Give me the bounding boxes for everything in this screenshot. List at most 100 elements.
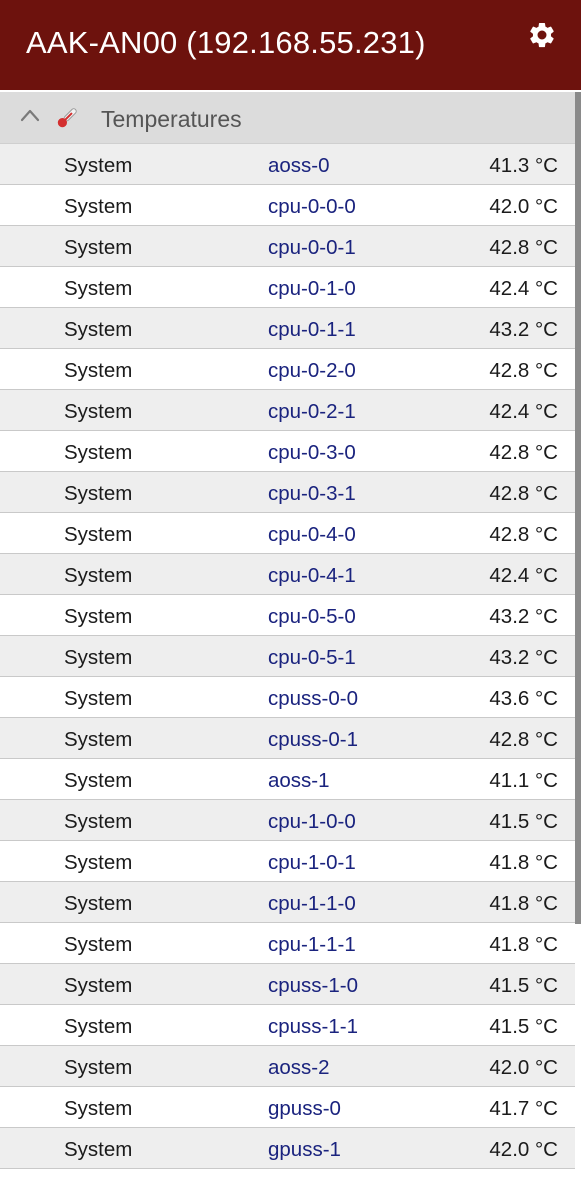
list-item[interactable]: System cpuss-1-0 41.5 °C xyxy=(0,964,575,1005)
list-item[interactable]: System cpu-0-0-0 42.0 °C xyxy=(0,185,575,226)
sensor-name: cpu-0-5-1 xyxy=(268,646,356,669)
list-item[interactable]: System cpuss-0-0 43.6 °C xyxy=(0,677,575,718)
source-label: System xyxy=(64,482,133,505)
sensor-name: cpu-0-4-0 xyxy=(268,523,356,546)
temperature-value: 43.2 °C xyxy=(489,646,558,669)
source-label: System xyxy=(64,318,133,341)
sensor-name: cpu-0-3-0 xyxy=(268,441,356,464)
sensor-name: cpu-1-0-1 xyxy=(268,851,356,874)
source-label: System xyxy=(64,523,133,546)
sensor-name: cpu-0-1-0 xyxy=(268,277,356,300)
source-label: System xyxy=(64,195,133,218)
source-label: System xyxy=(64,277,133,300)
scrollbar[interactable] xyxy=(575,92,581,924)
list-item[interactable]: System aoss-2 42.0 °C xyxy=(0,1046,575,1087)
list-item[interactable]: System cpu-0-2-0 42.8 °C xyxy=(0,349,575,390)
sensor-name: gpuss-1 xyxy=(268,1138,341,1161)
list-item[interactable]: System cpu-0-0-1 42.8 °C xyxy=(0,226,575,267)
temperature-value: 41.5 °C xyxy=(489,1015,558,1038)
temperature-value: 41.3 °C xyxy=(489,154,558,177)
source-label: System xyxy=(64,564,133,587)
sensor-name: cpu-1-1-0 xyxy=(268,892,356,915)
section-title: Temperatures xyxy=(101,106,242,132)
app-bar: AAK-AN00 (192.168.55.231) xyxy=(0,0,581,90)
list-item[interactable]: System gpuss-0 41.7 °C xyxy=(0,1087,575,1128)
sensor-name: aoss-1 xyxy=(268,769,330,792)
temperature-value: 42.4 °C xyxy=(489,400,558,423)
temperature-value: 41.5 °C xyxy=(489,974,558,997)
sensor-name: cpu-0-3-1 xyxy=(268,482,356,505)
sensor-name: cpu-0-2-1 xyxy=(268,400,356,423)
source-label: System xyxy=(64,933,133,956)
temperatures-section-header[interactable]: Temperatures xyxy=(0,92,575,144)
chevron-up-icon[interactable] xyxy=(20,108,40,122)
list-item[interactable]: System cpu-0-1-0 42.4 °C xyxy=(0,267,575,308)
list-item[interactable]: System gpuss-1 42.0 °C xyxy=(0,1128,575,1169)
source-label: System xyxy=(64,359,133,382)
temperature-value: 42.0 °C xyxy=(489,195,558,218)
sensor-name: cpuss-1-1 xyxy=(268,1015,359,1038)
page-title: AAK-AN00 (192.168.55.231) xyxy=(26,25,426,60)
list-item[interactable]: System cpu-1-0-0 41.5 °C xyxy=(0,800,575,841)
list-item[interactable]: System cpu-0-3-0 42.8 °C xyxy=(0,431,575,472)
temperature-value: 41.5 °C xyxy=(489,810,558,833)
temperature-value: 42.4 °C xyxy=(489,277,558,300)
temperature-value: 43.6 °C xyxy=(489,687,558,710)
list-item[interactable]: System cpu-0-4-0 42.8 °C xyxy=(0,513,575,554)
list-item[interactable]: System cpuss-1-1 41.5 °C xyxy=(0,1005,575,1046)
temperature-value: 41.8 °C xyxy=(489,933,558,956)
temperature-value: 42.0 °C xyxy=(489,1056,558,1079)
sensor-name: cpuss-1-0 xyxy=(268,974,359,997)
list-item[interactable]: System cpu-0-4-1 42.4 °C xyxy=(0,554,575,595)
source-label: System xyxy=(64,687,133,710)
source-label: System xyxy=(64,646,133,669)
list-item[interactable]: System cpu-1-0-1 41.8 °C xyxy=(0,841,575,882)
temperature-value: 42.0 °C xyxy=(489,1138,558,1161)
sensor-name: cpu-1-1-1 xyxy=(268,933,356,956)
gear-icon[interactable] xyxy=(527,20,557,50)
temperature-value: 41.8 °C xyxy=(489,892,558,915)
sensor-name: cpu-0-0-1 xyxy=(268,236,356,259)
temperature-value: 41.8 °C xyxy=(489,851,558,874)
sensor-name: aoss-0 xyxy=(268,154,330,177)
list-item[interactable]: System cpu-1-1-0 41.8 °C xyxy=(0,882,575,923)
list-item[interactable]: System cpu-0-5-1 43.2 °C xyxy=(0,636,575,677)
sensor-name: cpu-0-5-0 xyxy=(268,605,356,628)
source-label: System xyxy=(64,892,133,915)
temperature-value: 42.4 °C xyxy=(489,564,558,587)
sensor-name: cpu-0-0-0 xyxy=(268,195,356,218)
temperature-list: System aoss-0 41.3 °C System cpu-0-0-0 42.0 °… xyxy=(0,144,575,1169)
source-label: System xyxy=(64,810,133,833)
source-label: System xyxy=(64,1097,133,1120)
sensor-name: gpuss-0 xyxy=(268,1097,341,1120)
source-label: System xyxy=(64,154,133,177)
temperature-value: 41.1 °C xyxy=(489,769,558,792)
thermometer-icon xyxy=(57,108,77,128)
source-label: System xyxy=(64,236,133,259)
list-item[interactable]: System cpu-0-3-1 42.8 °C xyxy=(0,472,575,513)
list-item[interactable]: System aoss-0 41.3 °C xyxy=(0,144,575,185)
list-item[interactable]: System cpuss-0-1 42.8 °C xyxy=(0,718,575,759)
temperature-value: 43.2 °C xyxy=(489,318,558,341)
list-item[interactable]: System cpu-0-5-0 43.2 °C xyxy=(0,595,575,636)
source-label: System xyxy=(64,1015,133,1038)
temperature-value: 42.8 °C xyxy=(489,523,558,546)
list-item[interactable]: System cpu-0-1-1 43.2 °C xyxy=(0,308,575,349)
temperature-value: 43.2 °C xyxy=(489,605,558,628)
source-label: System xyxy=(64,441,133,464)
source-label: System xyxy=(64,1138,133,1161)
source-label: System xyxy=(64,851,133,874)
sensor-name: cpu-0-4-1 xyxy=(268,564,356,587)
temperature-value: 42.8 °C xyxy=(489,236,558,259)
sensor-name: cpu-1-0-0 xyxy=(268,810,356,833)
temperature-value: 42.8 °C xyxy=(489,728,558,751)
list-item[interactable]: System cpu-1-1-1 41.8 °C xyxy=(0,923,575,964)
sensor-name: cpuss-0-1 xyxy=(268,728,359,751)
list-item[interactable]: System aoss-1 41.1 °C xyxy=(0,759,575,800)
source-label: System xyxy=(64,769,133,792)
temperature-value: 42.8 °C xyxy=(489,441,558,464)
source-label: System xyxy=(64,1056,133,1079)
sensor-name: cpu-0-1-1 xyxy=(268,318,356,341)
list-item[interactable]: System cpu-0-2-1 42.4 °C xyxy=(0,390,575,431)
source-label: System xyxy=(64,400,133,423)
